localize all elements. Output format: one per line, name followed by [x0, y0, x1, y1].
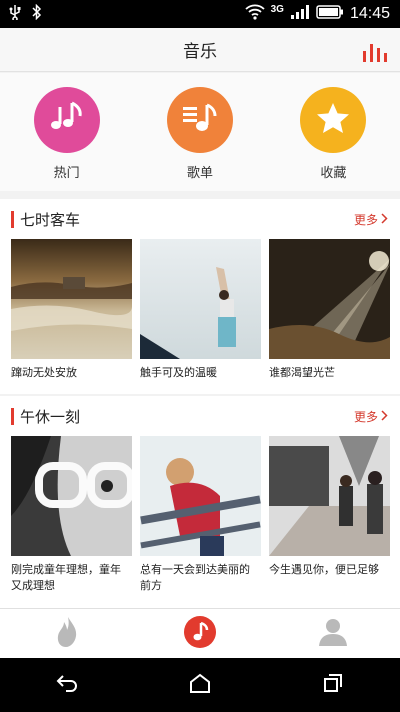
more-link[interactable]: 更多	[354, 408, 388, 425]
chevron-right-icon	[381, 409, 388, 424]
playlist-icon	[181, 101, 219, 139]
playlist-caption: 触手可及的温暖	[140, 366, 217, 379]
playlist-caption: 总有一天会到达美丽的前方	[140, 563, 250, 592]
category-playlist[interactable]: 歌单	[133, 73, 266, 191]
more-label: 更多	[353, 213, 378, 227]
section-title: 午休一刻	[20, 408, 81, 426]
category-hot-circle	[33, 87, 100, 153]
section-accent-bar	[11, 408, 14, 425]
status-bar: 3G 14:45	[0, 0, 400, 28]
network-type-label: 3G	[270, 3, 284, 15]
user-icon	[318, 617, 348, 651]
category-playlist-label: 歌单	[186, 166, 213, 181]
girl-glasses-photo	[11, 436, 132, 556]
playlist-card[interactable]: 总有一天会到达美丽的前方	[140, 436, 261, 594]
light-rays-cave-photo	[269, 239, 390, 359]
playlist-card[interactable]: 蹿动无处安放	[11, 239, 132, 381]
stormy-sea-photo	[11, 239, 132, 359]
bottom-tab-bar	[0, 608, 400, 658]
playlist-card[interactable]: 今生遇见你，便已足够	[269, 436, 390, 594]
more-link[interactable]: 更多	[354, 211, 388, 228]
tab-discover[interactable]	[0, 609, 133, 658]
category-favorites-circle	[300, 87, 367, 153]
music-notes-icon	[49, 101, 85, 139]
playlist-caption: 今生遇见你，便已足够	[269, 563, 379, 576]
chevron-right-icon	[381, 212, 388, 227]
section-title: 七时客车	[20, 211, 81, 229]
section-noon-break: 午休一刻 更多 刚完成童年理想，童年又成理想 总有一天会到达美丽的前方 今生遇见…	[0, 396, 400, 608]
category-row: 热门 歌单 收藏	[0, 73, 400, 191]
couple-walking-photo	[269, 436, 390, 556]
playlist-caption: 谁都渴望光芒	[269, 366, 335, 379]
playlist-caption: 蹿动无处安放	[11, 366, 77, 379]
star-icon	[316, 101, 350, 139]
playlist-caption: 刚完成童年理想，童年又成理想	[11, 563, 121, 592]
category-favorites[interactable]: 收藏	[267, 73, 400, 191]
section-header: 七时客车 更多	[0, 199, 400, 239]
bluetooth-icon	[32, 3, 42, 24]
girl-railing-photo	[140, 436, 261, 556]
page-title: 音乐	[183, 42, 217, 62]
playlist-card[interactable]: 触手可及的温暖	[140, 239, 261, 381]
clock: 14:45	[349, 5, 390, 22]
more-label: 更多	[353, 410, 378, 424]
playlist-card[interactable]: 刚完成童年理想，童年又成理想	[11, 436, 132, 594]
back-icon	[56, 674, 78, 696]
music-note-icon	[183, 615, 217, 653]
playlist-card[interactable]: 谁都渴望光芒	[269, 239, 390, 381]
signal-icon	[290, 4, 310, 24]
tab-music[interactable]	[133, 609, 266, 658]
recent-apps-button[interactable]	[267, 658, 400, 712]
wifi-icon	[244, 4, 265, 25]
back-button[interactable]	[0, 658, 133, 712]
equalizer-icon[interactable]	[362, 42, 390, 66]
category-playlist-circle	[166, 87, 233, 153]
category-hot[interactable]: 热门	[0, 73, 133, 191]
category-hot-label: 热门	[53, 166, 80, 181]
flame-icon	[56, 616, 78, 652]
usb-icon	[8, 4, 22, 24]
tab-profile[interactable]	[267, 609, 400, 658]
section-accent-bar	[11, 211, 14, 228]
battery-icon	[316, 4, 344, 24]
section-evening-bus: 七时客车 更多 蹿动无处安放 触手可及的温暖 谁都渴望光芒	[0, 199, 400, 394]
home-button[interactable]	[133, 658, 266, 712]
section-header: 午休一刻 更多	[0, 396, 400, 436]
reaching-woman-photo	[140, 239, 261, 359]
app-header: 音乐	[0, 28, 400, 72]
home-icon	[189, 673, 211, 697]
category-favorites-label: 收藏	[320, 166, 347, 181]
system-nav-bar	[0, 658, 400, 712]
recent-apps-icon	[323, 673, 343, 697]
